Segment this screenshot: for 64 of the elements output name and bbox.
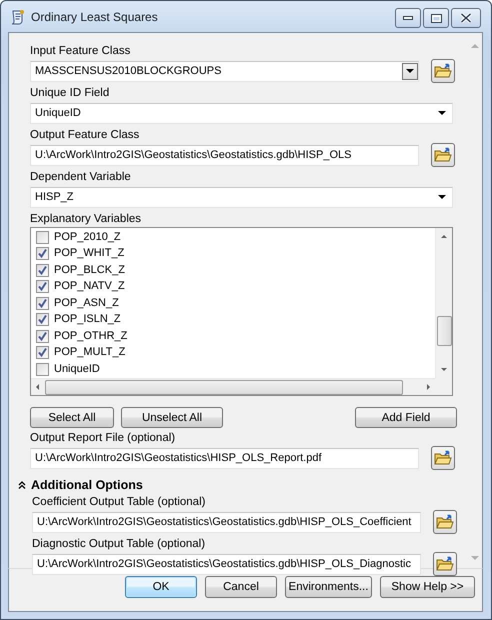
field-label: Output Report File (optional) [30, 431, 176, 445]
path-field[interactable]: U:\ArcWork\Intro2GIS\Geostatistics\Geostatistics.gdb\HISP_OLS [30, 144, 419, 166]
checkbox[interactable] [36, 362, 49, 376]
checkbox[interactable] [36, 230, 49, 244]
path-field[interactable]: U:\ArcWork\Intro2GIS\Geostatistics\Geostatistics.gdb\HISP_OLS_Diagnostic [32, 554, 421, 574]
checkbox[interactable] [36, 280, 49, 294]
field-label: Output Feature Class [30, 128, 140, 142]
list-action-button[interactable]: Unselect All [121, 407, 223, 428]
folder-icon [434, 450, 452, 466]
path-field[interactable]: U:\ArcWork\Intro2GIS\Geostatistics\Geostatistics.gdb\HISP_OLS_Coefficient [32, 512, 421, 532]
checkbox[interactable] [36, 330, 49, 343]
field-label: Diagnostic Output Table (optional) [32, 537, 206, 551]
vertical-scrollbar[interactable] [435, 228, 452, 378]
browse-button[interactable] [433, 510, 457, 534]
dropdown-field[interactable]: UniqueID [30, 102, 453, 124]
dialog-button[interactable]: Cancel [205, 576, 277, 598]
dropdown-field[interactable]: HISP_Z [30, 186, 453, 208]
list-action-button[interactable]: Add Field [355, 407, 457, 428]
field-label: Explanatory Variables [30, 212, 142, 226]
dialog-button[interactable]: Environments... [285, 576, 372, 598]
checkbox[interactable] [36, 296, 49, 310]
path-field[interactable]: U:\ArcWork\Intro2GIS\Geostatistics\HISP_OLS_Report.pdf [30, 448, 419, 468]
checkbox-label[interactable]: POP_ISLN_Z [54, 313, 121, 326]
checkbox-label[interactable]: POP_BLCK_Z [54, 264, 125, 277]
folder-icon [434, 63, 452, 79]
folder-icon [436, 514, 454, 530]
checkbox-label[interactable]: POP_NATV_Z [54, 280, 125, 294]
field-label: Input Feature Class [30, 44, 130, 58]
checkbox[interactable] [36, 313, 49, 326]
script-icon [10, 8, 25, 24]
close-button[interactable] [451, 8, 481, 28]
browse-button[interactable] [431, 143, 455, 167]
checkbox-label[interactable]: POP_OTHR_Z [54, 330, 128, 343]
folder-icon [436, 556, 454, 572]
dropdown-field[interactable]: MASSCENSUS2010BLOCKGROUPS [30, 60, 419, 82]
checkbox-label[interactable]: POP_WHIT_Z [54, 247, 124, 260]
caret-icon [438, 195, 446, 199]
browse-button[interactable] [431, 446, 455, 470]
folder-icon [434, 147, 452, 163]
checkbox[interactable] [36, 247, 49, 260]
horizontal-scrollbar[interactable] [31, 378, 435, 395]
minimize-button[interactable] [395, 8, 421, 28]
checkbox-label[interactable]: POP_MULT_Z [54, 346, 126, 360]
collapse-icon[interactable] [18, 481, 26, 489]
maximize-icon [430, 14, 442, 22]
checkbox-label[interactable]: POP_2010_Z [54, 230, 121, 244]
section-header[interactable]: Additional Options [31, 478, 143, 492]
window-title: Ordinary Least Squares [31, 10, 158, 24]
field-label: Coefficient Output Table (optional) [32, 495, 206, 509]
maximize-button[interactable] [423, 8, 449, 28]
browse-button[interactable] [433, 552, 457, 576]
caret-icon [438, 111, 446, 115]
browse-button[interactable] [431, 59, 455, 83]
checkbox[interactable] [36, 264, 49, 277]
list-action-button[interactable]: Select All [30, 407, 114, 428]
minimize-icon [403, 15, 413, 21]
dialog-button[interactable]: Show Help >> [380, 576, 475, 598]
checkbox-label[interactable]: POP_ASN_Z [54, 296, 119, 310]
field-label: Dependent Variable [30, 170, 131, 184]
dialog-button[interactable]: OK [125, 576, 197, 598]
field-label: Unique ID Field [30, 86, 110, 100]
checkbox[interactable] [36, 346, 49, 360]
checkbox-label[interactable]: UniqueID [54, 362, 100, 376]
close-icon [460, 13, 472, 23]
